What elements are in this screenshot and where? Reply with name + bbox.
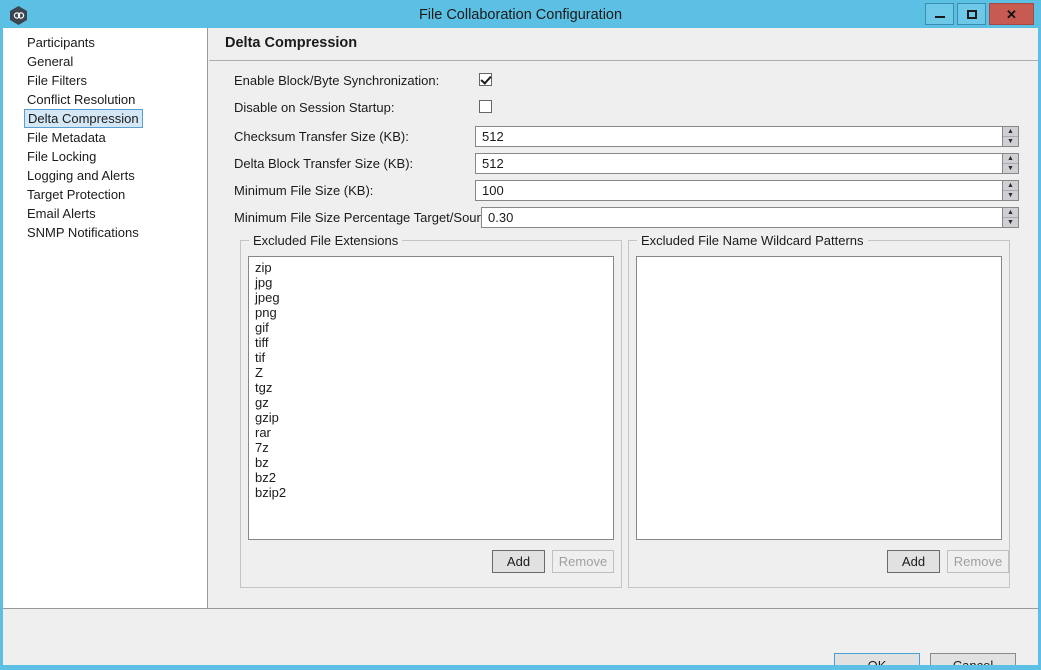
list-item[interactable]: tiff: [249, 335, 613, 350]
checksum-transfer-size-input[interactable]: [475, 126, 1002, 147]
sidebar-item-file-locking[interactable]: File Locking: [24, 147, 99, 166]
list-item[interactable]: gzip: [249, 410, 613, 425]
list-item[interactable]: gz: [249, 395, 613, 410]
minimum-file-size-input[interactable]: [475, 180, 1002, 201]
list-item[interactable]: tgz: [249, 380, 613, 395]
row-enable-block-byte-sync: Enable Block/Byte Synchronization:: [209, 70, 1038, 97]
list-item[interactable]: rar: [249, 425, 613, 440]
disable-on-session-startup-checkbox[interactable]: [479, 100, 492, 113]
maximize-button[interactable]: [957, 3, 986, 25]
minimum-file-size-percentage-spinner: ▲ ▼: [481, 207, 1019, 228]
close-button[interactable]: ✕: [989, 3, 1034, 25]
sidebar-item-email-alerts[interactable]: Email Alerts: [24, 204, 99, 223]
list-item[interactable]: gif: [249, 320, 613, 335]
list-item[interactable]: bzip2: [249, 485, 613, 500]
sidebar-item-snmp-notifications[interactable]: SNMP Notifications: [24, 223, 142, 242]
excluded-wildcard-patterns-label: Excluded File Name Wildcard Patterns: [637, 233, 868, 248]
list-item[interactable]: tif: [249, 350, 613, 365]
dialog-footer: OK Cancel: [3, 609, 1038, 670]
checksum-transfer-size-spin-buttons: ▲ ▼: [1002, 126, 1019, 147]
chevron-up-icon[interactable]: ▲: [1003, 127, 1018, 137]
checksum-transfer-size-spinner: ▲ ▼: [475, 126, 1019, 147]
enable-block-byte-sync-checkbox[interactable]: [479, 73, 492, 86]
chevron-up-icon[interactable]: ▲: [1003, 208, 1018, 218]
extensions-add-button[interactable]: Add: [492, 550, 545, 573]
title-divider: [209, 60, 1038, 61]
sidebar-item-target-protection[interactable]: Target Protection: [24, 185, 128, 204]
chevron-up-icon[interactable]: ▲: [1003, 181, 1018, 191]
settings-content: Delta Compression Enable Block/Byte Sync…: [209, 28, 1038, 608]
row-minimum-file-size: Minimum File Size (KB): ▲ ▼: [209, 178, 1038, 205]
list-item[interactable]: zip: [249, 260, 613, 275]
list-item[interactable]: Z: [249, 365, 613, 380]
minimum-file-size-percentage-label: Minimum File Size Percentage Target/Sour…: [234, 210, 499, 225]
page-title: Delta Compression: [225, 35, 358, 51]
disable-on-session-startup-label: Disable on Session Startup:: [234, 100, 395, 115]
row-disable-on-session-startup: Disable on Session Startup:: [209, 97, 1038, 124]
list-item[interactable]: jpeg: [249, 290, 613, 305]
window-body: Participants General File Filters Confli…: [3, 28, 1038, 670]
delta-block-transfer-size-input[interactable]: [475, 153, 1002, 174]
title-bar: File Collaboration Configuration ✕: [0, 0, 1041, 31]
sidebar-item-general[interactable]: General: [24, 52, 76, 71]
chevron-down-icon[interactable]: ▼: [1003, 218, 1018, 227]
sidebar-item-logging-and-alerts[interactable]: Logging and Alerts: [24, 166, 138, 185]
window-title: File Collaboration Configuration: [418, 7, 623, 23]
checksum-transfer-size-label: Checksum Transfer Size (KB):: [234, 129, 409, 144]
minimum-file-size-percentage-spin-buttons: ▲ ▼: [1002, 207, 1019, 228]
configuration-window: File Collaboration Configuration ✕ Parti…: [0, 0, 1041, 670]
close-icon: ✕: [1006, 6, 1017, 22]
list-item[interactable]: jpg: [249, 275, 613, 290]
delta-block-transfer-size-spinner: ▲ ▼: [475, 153, 1019, 174]
maximize-icon: [966, 9, 977, 19]
extensions-remove-button[interactable]: Remove: [552, 550, 614, 573]
sidebar-item-file-filters[interactable]: File Filters: [24, 71, 90, 90]
settings-sidebar: Participants General File Filters Confli…: [3, 28, 208, 608]
delta-block-transfer-size-spin-buttons: ▲ ▼: [1002, 153, 1019, 174]
wildcards-remove-button[interactable]: Remove: [947, 550, 1009, 573]
minimize-icon: [934, 16, 945, 18]
delta-compression-form: Enable Block/Byte Synchronization: Disab…: [209, 70, 1038, 232]
row-checksum-transfer-size: Checksum Transfer Size (KB): ▲ ▼: [209, 124, 1038, 151]
excluded-file-extensions-label: Excluded File Extensions: [249, 233, 403, 248]
excluded-wildcard-patterns-listbox[interactable]: [636, 256, 1002, 540]
list-item[interactable]: 7z: [249, 440, 613, 455]
sidebar-item-participants[interactable]: Participants: [24, 33, 98, 52]
chevron-up-icon[interactable]: ▲: [1003, 154, 1018, 164]
excluded-file-extensions-listbox[interactable]: zip jpg jpeg png gif tiff tif Z tgz gz g…: [248, 256, 614, 540]
minimize-button[interactable]: [925, 3, 954, 25]
wildcards-add-button[interactable]: Add: [887, 550, 940, 573]
list-item[interactable]: png: [249, 305, 613, 320]
sidebar-item-conflict-resolution[interactable]: Conflict Resolution: [24, 90, 138, 109]
minimum-file-size-label: Minimum File Size (KB):: [234, 183, 374, 198]
list-item[interactable]: bz: [249, 455, 613, 470]
list-item[interactable]: bz2: [249, 470, 613, 485]
minimum-file-size-percentage-input[interactable]: [481, 207, 1002, 228]
sidebar-item-file-metadata[interactable]: File Metadata: [24, 128, 109, 147]
window-bottom-border: [0, 665, 1041, 670]
sidebar-item-delta-compression[interactable]: Delta Compression: [24, 109, 143, 128]
row-minimum-file-size-percentage: Minimum File Size Percentage Target/Sour…: [209, 205, 1038, 232]
chevron-down-icon[interactable]: ▼: [1003, 164, 1018, 173]
minimum-file-size-spin-buttons: ▲ ▼: [1002, 180, 1019, 201]
enable-block-byte-sync-label: Enable Block/Byte Synchronization:: [234, 73, 440, 88]
chevron-down-icon[interactable]: ▼: [1003, 137, 1018, 146]
row-delta-block-transfer-size: Delta Block Transfer Size (KB): ▲ ▼: [209, 151, 1038, 178]
delta-block-transfer-size-label: Delta Block Transfer Size (KB):: [234, 156, 414, 171]
minimum-file-size-spinner: ▲ ▼: [475, 180, 1019, 201]
window-controls: ✕: [925, 3, 1034, 25]
chevron-down-icon[interactable]: ▼: [1003, 191, 1018, 200]
